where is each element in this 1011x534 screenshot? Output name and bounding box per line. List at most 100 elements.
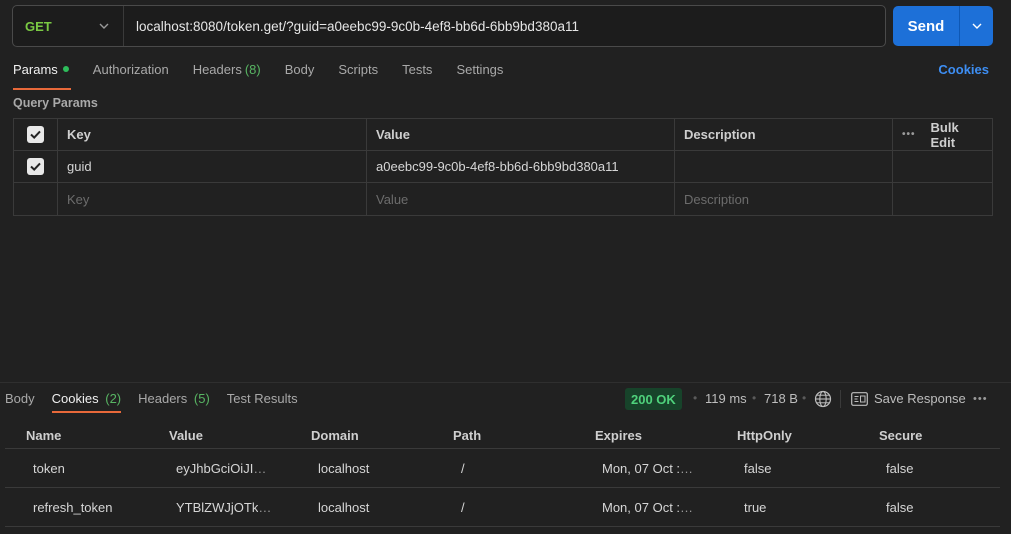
cookie-httponly: true [744,499,767,515]
cookie-secure: false [886,499,914,515]
response-time[interactable]: 119 ms [705,391,747,406]
column-value: Value [169,428,203,443]
tab-label: Params [13,62,58,77]
tab-response-headers[interactable]: Headers (5) [138,391,210,406]
table-row: token eyJhbGciOiJI… localhost / Mon, 07 … [5,449,1000,488]
table-row: guid a0eebc99-9c0b-4ef8-bb6d-6bb9bd380a1… [14,151,992,183]
tab-tests[interactable]: Tests [402,62,432,86]
response-tabs: Body Cookies (2) Headers (5) Test Result… [5,391,315,413]
select-all-cell [14,119,58,150]
cookie-expires: Mon, 07 Oct :… [595,500,737,515]
query-params-table: Key Value Description ••• Bulk Edit guid… [13,118,993,216]
cookie-domain: localhost [318,499,370,515]
cookie-path: / [461,499,465,515]
tab-label: Test Results [226,391,298,406]
param-value-field[interactable]: a0eebc99-9c0b-4ef8-bb6d-6bb9bd380a11 [367,151,675,182]
tab-label: Authorization [92,62,169,77]
tab-authorization[interactable]: Authorization [93,62,169,86]
tab-response-cookies[interactable]: Cookies (2) [51,391,122,413]
cookies-link[interactable]: Cookies [938,62,989,77]
cookie-value: YTBlZWJjOTk… [169,500,311,515]
more-options-icon[interactable]: ••• [973,393,988,405]
column-secure: Secure [879,428,923,443]
tab-label: Headers [192,62,242,77]
bulk-edit-button[interactable]: Bulk Edit [931,120,979,150]
divider [840,390,841,408]
params-active-dot-icon [62,66,69,72]
truncation-ellipsis: … [680,499,694,515]
column-key: Key [58,119,367,150]
row-checkbox-cell [14,183,58,215]
tab-label: Body [284,62,315,77]
cookies-table: Name Value Domain Path Expires HttpOnly … [5,423,1000,527]
separator-dot: • [752,391,757,405]
method-label: GET [25,18,52,34]
globe-icon[interactable] [814,390,832,408]
param-description-field[interactable] [675,151,893,182]
separator-dot: • [693,391,698,405]
tab-count: (2) [105,391,122,406]
tab-response-body[interactable]: Body [5,391,35,406]
response-size[interactable]: 718 B [764,391,798,406]
table-row: refresh_token YTBlZWJjOTk… localhost / M… [5,488,1000,527]
status-badge[interactable]: 200 OK [625,388,682,410]
cookie-value-text: eyJhbGciOiJI [176,460,254,476]
truncation-ellipsis: … [680,460,694,476]
cookie-name: token [33,460,65,476]
tab-label: Tests [402,62,433,77]
save-response-icon [851,392,868,406]
new-description-field[interactable]: Description [675,183,893,215]
url-bar: GET localhost:8080/token.get/?guid=a0eeb… [12,5,886,47]
column-expires: Expires [595,428,642,443]
query-params-title: Query Params [13,96,98,110]
new-key-field[interactable]: Key [58,183,367,215]
save-response-button[interactable]: Save Response [874,391,966,406]
send-options-button[interactable] [960,6,993,46]
cookie-path: / [461,460,465,476]
new-value-field[interactable]: Value [367,183,675,215]
column-description: Description [675,119,893,150]
tab-headers[interactable]: Headers (8) [193,62,261,86]
check-icon [30,162,41,172]
param-key-field[interactable]: guid [58,151,367,182]
cookie-value: eyJhbGciOiJI… [169,461,311,476]
url-input[interactable]: localhost:8080/token.get/?guid=a0eebc99-… [124,19,579,34]
send-button-group: Send [893,6,993,46]
select-all-checkbox[interactable] [27,126,44,143]
row-checkbox-cell [14,151,58,182]
tab-params[interactable]: Params [13,62,71,90]
cookie-expires: Mon, 07 Oct :… [595,461,737,476]
tab-test-results[interactable]: Test Results [227,391,298,406]
cookie-httponly: false [744,460,772,476]
column-value: Value [367,119,675,150]
request-tabs: Params Authorization Headers (8) Body Scr… [13,62,1011,90]
table-header-row: Key Value Description ••• Bulk Edit [14,119,992,151]
cookie-expires-text: Mon, 07 Oct : [602,460,681,476]
tab-body[interactable]: Body [285,62,315,86]
tab-label: Scripts [338,62,379,77]
method-select[interactable]: GET [13,6,124,46]
separator-dot: • [802,391,807,405]
row-actions-cell [893,151,992,182]
column-name: Name [26,428,62,443]
tab-settings[interactable]: Settings [456,62,503,86]
send-button[interactable]: Send [893,6,960,46]
more-options-icon[interactable]: ••• [902,129,916,140]
table-header-row: Name Value Domain Path Expires HttpOnly … [5,423,1000,449]
tab-scripts[interactable]: Scripts [338,62,378,86]
check-icon [30,130,41,140]
tab-label: Body [5,391,35,406]
truncation-ellipsis: … [253,460,267,476]
column-httponly: HttpOnly [737,428,792,443]
row-checkbox[interactable] [27,158,44,175]
chevron-down-icon [972,23,981,29]
cookie-expires-text: Mon, 07 Oct : [602,499,681,515]
cookie-name: refresh_token [33,499,113,515]
response-divider[interactable] [0,382,1011,383]
column-path: Path [453,428,482,443]
cookie-value-text: YTBlZWJjOTk [176,499,259,515]
tab-label: Cookies [51,391,99,406]
row-actions-cell [893,183,992,215]
tab-count: (8) [244,62,261,77]
tab-count: (5) [193,391,210,406]
